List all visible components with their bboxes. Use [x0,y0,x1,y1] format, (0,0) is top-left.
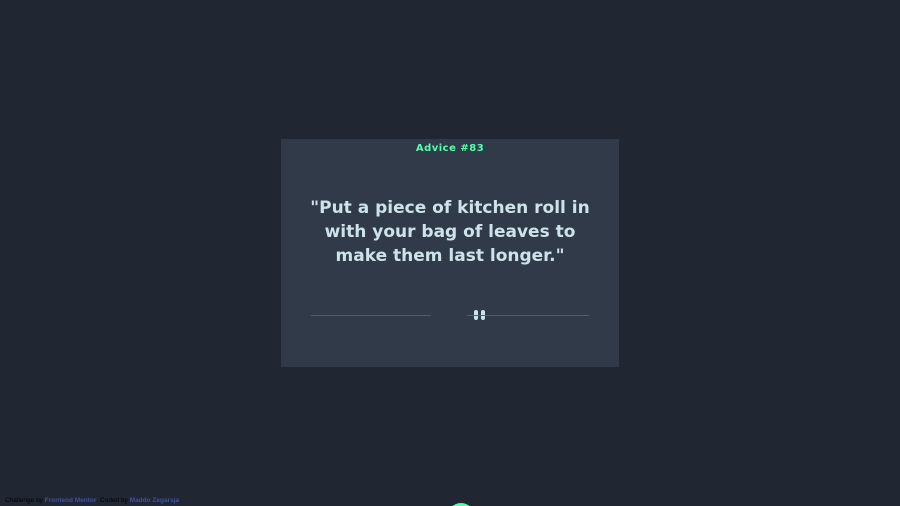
attribution-prefix: Challenge by [5,497,43,504]
advice-id: Advice #83 [415,143,485,154]
author-link[interactable]: Maddo Zegarsja [130,497,179,504]
attribution-suffix: . [179,497,181,504]
frontend-mentor-link[interactable]: Frontend Mentor [45,497,97,504]
page: Advice #83 "Put a piece of kitchen roll … [0,0,900,506]
divider-line-right [467,315,589,316]
advice-card: Advice #83 "Put a piece of kitchen roll … [281,139,619,367]
divider [311,309,589,321]
divider-line-left [311,315,431,316]
attribution-middle: . Coded by [96,497,128,504]
attribution: Challenge by Frontend Mentor. Coded by M… [5,497,181,504]
advice-text: "Put a piece of kitchen roll in with you… [310,198,590,266]
